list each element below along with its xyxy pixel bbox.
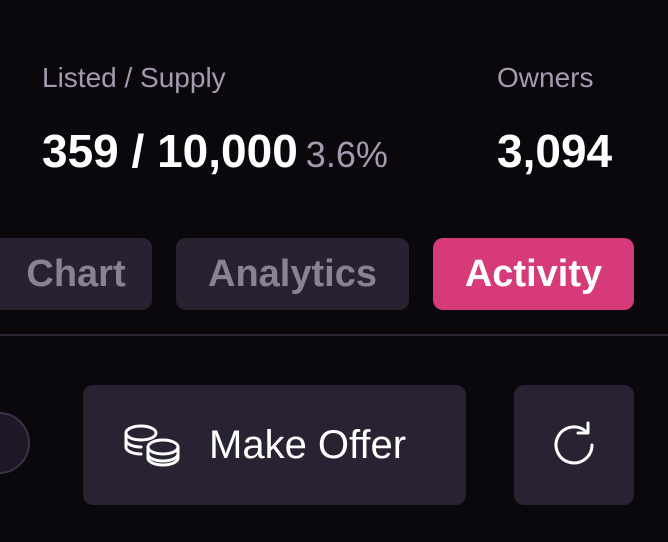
listed-supply-count: 359 / 10,000 [42,125,298,177]
listed-supply-label: Listed / Supply [42,62,226,93]
tab-analytics-label: Analytics [208,252,377,295]
make-offer-label: Make Offer [209,422,407,467]
tab-chart-label: Chart [26,252,126,295]
refresh-icon [548,419,600,471]
divider [0,334,668,336]
owners-label: Owners [497,62,594,93]
make-offer-button[interactable]: Make Offer [83,385,466,505]
partial-round-button[interactable] [0,412,30,474]
owners-value: 3,094 [497,125,613,177]
tab-activity-label: Activity [464,252,603,295]
tab-chart[interactable]: Chart [0,238,152,310]
collection-stats-panel: Listed / Supply 359 / 10,000 3.6% Owners … [0,0,668,542]
tab-analytics[interactable]: Analytics [176,238,409,310]
listed-supply-value: 359 / 10,000 3.6% [42,124,388,182]
coins-icon [123,423,183,467]
tab-activity[interactable]: Activity [433,238,634,310]
listed-percent: 3.6% [305,134,388,175]
refresh-button[interactable] [514,385,634,505]
